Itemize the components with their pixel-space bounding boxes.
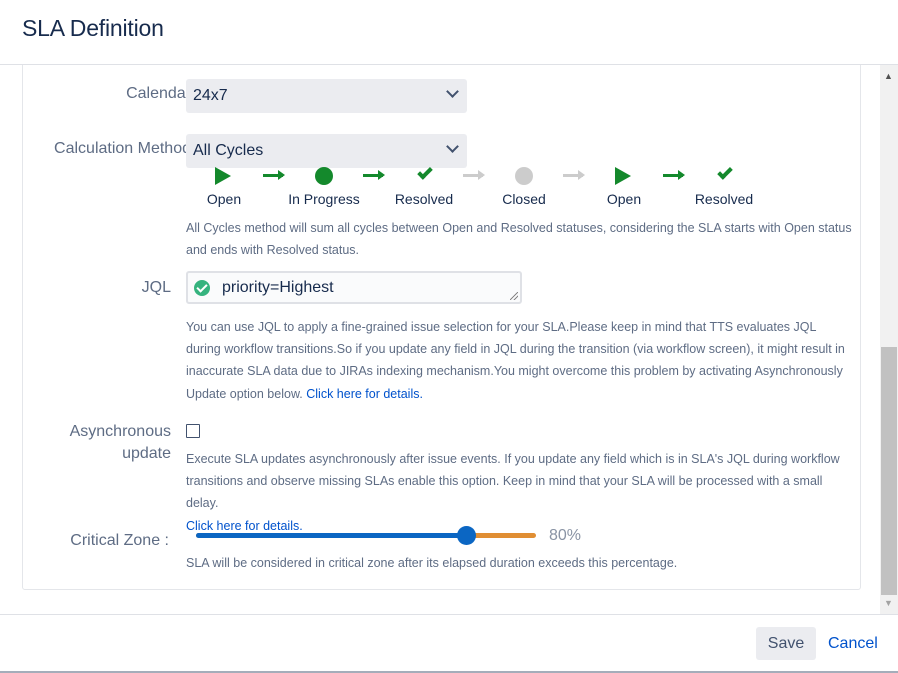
chevron-down-icon xyxy=(446,140,459,153)
async-help-text: Execute SLA updates asynchronously after… xyxy=(186,452,840,511)
critical-zone-fill xyxy=(196,533,466,538)
critical-zone-slider-thumb[interactable] xyxy=(457,526,476,545)
dialog-body[interactable]: Calendar 24x7 Calculation Method All Cyc… xyxy=(0,65,880,614)
jql-value: priority=Highest xyxy=(222,279,334,296)
calculation-help-text: All Cycles method will sum all cycles be… xyxy=(186,221,852,258)
async-label-line: update xyxy=(122,445,171,462)
jql-details-link[interactable]: Click here for details. xyxy=(306,387,423,401)
jql-input[interactable]: priority=Highest xyxy=(186,271,522,304)
arrow-right-icon xyxy=(363,170,385,180)
resize-handle-icon[interactable] xyxy=(510,292,518,300)
vertical-scrollbar[interactable]: ▲ ▼ xyxy=(880,65,898,614)
scroll-down-icon[interactable]: ▼ xyxy=(884,598,893,608)
async-update-label: Asynchronous update xyxy=(70,421,171,465)
dialog-footer: Save Cancel xyxy=(0,614,898,673)
cycle-step-label: Open xyxy=(606,191,642,207)
cancel-button[interactable]: Cancel xyxy=(828,627,878,660)
critical-zone-value: 80% xyxy=(549,527,582,544)
async-label-line: Asynchronous xyxy=(69,423,171,440)
arrow-right-icon xyxy=(263,170,285,180)
valid-check-icon xyxy=(194,280,210,296)
async-update-checkbox[interactable] xyxy=(186,424,200,438)
dialog-title: SLA Definition xyxy=(22,15,164,41)
async-help: Execute SLA updates asynchronously after… xyxy=(186,448,858,537)
cycle-step-label: Closed xyxy=(502,191,546,207)
chevron-down-icon xyxy=(446,85,459,98)
arrow-right-icon xyxy=(463,170,485,180)
play-icon xyxy=(615,167,631,185)
calculation-method-select[interactable]: All Cycles xyxy=(186,134,467,168)
critical-zone-help: SLA will be considered in critical zone … xyxy=(186,556,678,570)
play-icon xyxy=(215,167,231,185)
calendar-label: Calendar xyxy=(126,85,191,102)
circle-icon xyxy=(315,167,333,185)
cycle-step-label: Resolved xyxy=(694,191,754,207)
critical-zone-label: Critical Zone : xyxy=(70,532,169,549)
form-panel: Calendar 24x7 Calculation Method All Cyc… xyxy=(22,65,861,590)
cycle-step-label: In Progress xyxy=(288,191,360,207)
scrollbar-thumb[interactable] xyxy=(881,347,897,595)
arrow-right-icon xyxy=(663,170,685,180)
dialog-header: SLA Definition xyxy=(0,0,898,65)
jql-help-text: You can use JQL to apply a fine-grained … xyxy=(186,320,845,401)
arrow-right-icon xyxy=(563,170,585,180)
async-details-link[interactable]: Click here for details. xyxy=(186,519,303,533)
jql-label: JQL xyxy=(141,279,171,296)
check-icon xyxy=(717,164,733,180)
calculation-method-value: All Cycles xyxy=(193,142,264,159)
circle-icon xyxy=(515,167,533,185)
cycle-step-label: Open xyxy=(206,191,242,207)
calculation-method-label: Calculation Method xyxy=(54,140,191,157)
sla-definition-dialog: SLA Definition Calendar 24x7 Calculation… xyxy=(0,0,898,673)
calendar-value: 24x7 xyxy=(193,87,228,104)
save-button[interactable]: Save xyxy=(756,627,816,660)
jql-help: You can use JQL to apply a fine-grained … xyxy=(186,316,854,405)
scroll-up-icon[interactable]: ▲ xyxy=(884,71,893,81)
calendar-select[interactable]: 24x7 xyxy=(186,79,467,113)
cycle-step-label: Resolved xyxy=(394,191,454,207)
